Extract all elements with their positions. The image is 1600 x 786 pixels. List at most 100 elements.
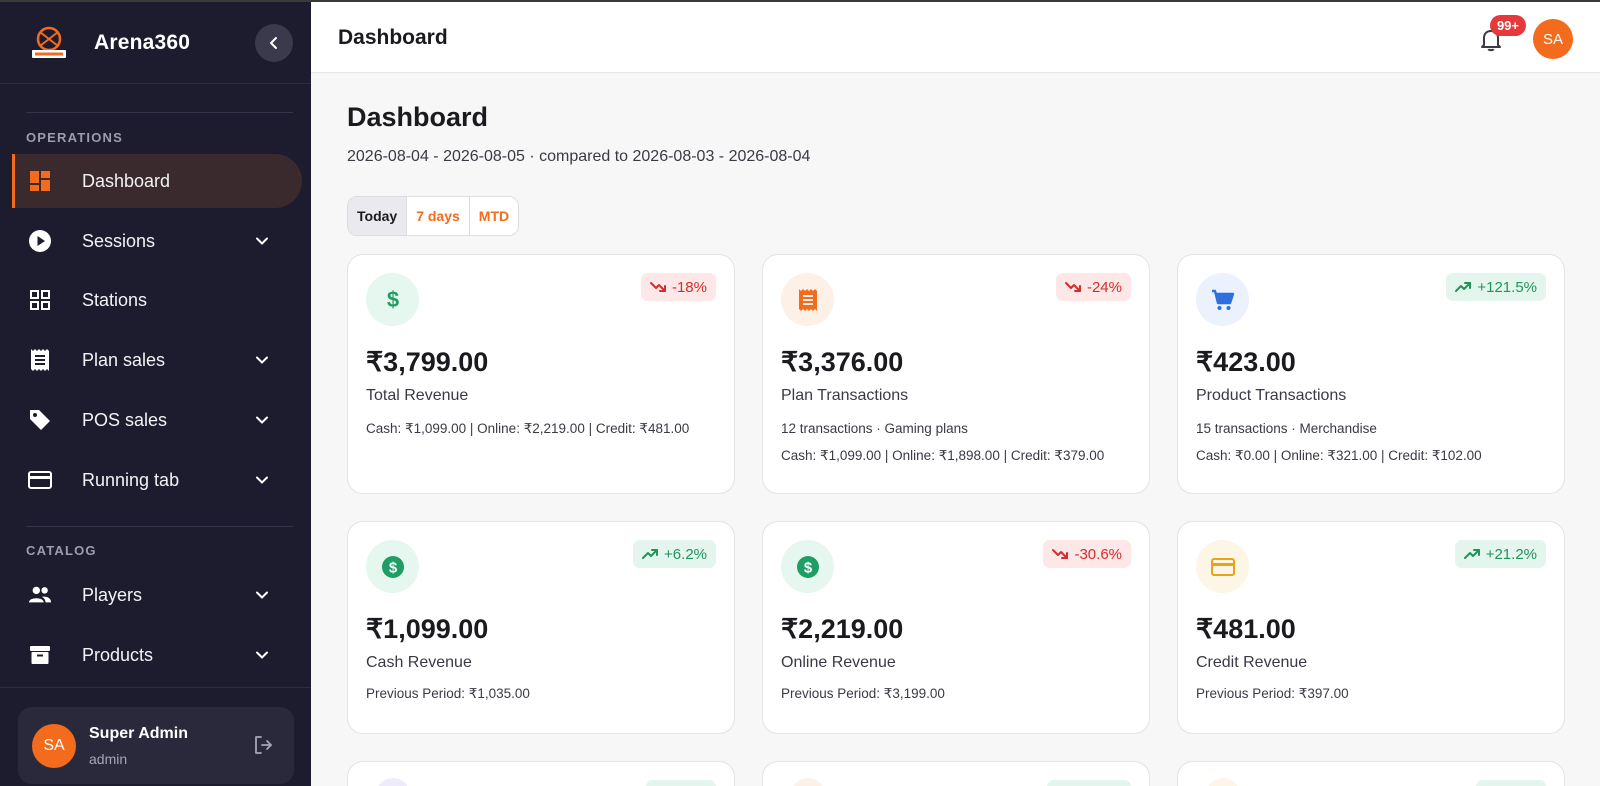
cart-icon (1196, 273, 1249, 326)
delta-value: -24% (1086, 278, 1122, 296)
brand-logo[interactable] (28, 22, 70, 64)
grid-icon (28, 288, 52, 312)
chevron-down-icon[interactable] (252, 585, 272, 605)
sidebar-item-players[interactable]: Players (12, 568, 302, 622)
delta-badge: -30.6% (1043, 540, 1131, 568)
card-value: ₹3,376.00 (781, 347, 904, 377)
sidebar-item-label: Sessions (82, 230, 156, 251)
stat-card-online-revenue[interactable]: $ -30.6% ₹2,219.00 Online Revenue Previo… (762, 521, 1150, 734)
svg-text:$: $ (803, 559, 812, 576)
stat-card-partial[interactable] (347, 761, 735, 786)
section-label-catalog: CATALOG (26, 543, 97, 558)
card-value: ₹3,799.00 (366, 347, 489, 377)
stat-card-product-transactions[interactable]: +121.5% ₹423.00 Product Transactions 15 … (1177, 254, 1565, 494)
chevron-down-icon[interactable] (252, 231, 272, 251)
divider (0, 687, 311, 688)
user-info: Super Admin admin (89, 725, 188, 767)
card-value: ₹423.00 (1196, 347, 1296, 377)
chevron-down-icon[interactable] (252, 645, 272, 665)
user-name: Super Admin (89, 724, 188, 742)
stat-card-total-revenue[interactable]: $ -18% ₹3,799.00 Total Revenue Cash: ₹1,… (347, 254, 735, 494)
stat-card-plan-transactions[interactable]: -24% ₹3,376.00 Plan Transactions 12 tran… (762, 254, 1150, 494)
period-tabs: Today 7 days MTD (347, 196, 520, 236)
sidebar-item-label: Players (82, 584, 143, 605)
trending-down-icon (1052, 549, 1069, 559)
card-icon-bg (791, 778, 825, 786)
delta-badge: +21.2% (1454, 540, 1546, 568)
avatar: SA (32, 723, 76, 768)
delta-value: -18% (671, 278, 707, 296)
delta-value: -30.6% (1074, 545, 1122, 563)
tab-mtd[interactable]: MTD (470, 197, 518, 235)
sidebar-item-stations[interactable]: Stations (12, 273, 302, 327)
people-icon (28, 583, 52, 607)
tab-today[interactable]: Today (348, 197, 408, 235)
sidebar-item-dashboard[interactable]: Dashboard (12, 154, 302, 208)
dashboard-heading: Dashboard (347, 102, 489, 132)
sidebar-item-products[interactable]: Products (12, 628, 302, 682)
delta-badge: -24% (1055, 273, 1131, 301)
card-meta-breakdown: Cash: ₹1,099.00 | Online: ₹1,898.00 | Cr… (781, 448, 1105, 463)
card-icon-bg (1206, 778, 1240, 786)
page-title: Dashboard (338, 26, 448, 49)
credit-card-icon (1196, 540, 1249, 593)
trending-down-icon (1064, 282, 1081, 292)
card-meta: 12 transactions · Gaming plans (781, 421, 968, 436)
chevron-down-icon[interactable] (252, 350, 272, 370)
delta-badge (646, 780, 716, 786)
stat-card-credit-revenue[interactable]: +21.2% ₹481.00 Credit Revenue Previous P… (1177, 521, 1565, 734)
card-icon-bg (376, 778, 410, 786)
trending-up-icon (1463, 549, 1480, 559)
stat-card-partial[interactable] (762, 761, 1150, 786)
dollar-icon: $ (366, 273, 419, 326)
tag-icon (28, 408, 52, 432)
receipt-icon (28, 348, 52, 372)
stat-card-cash-revenue[interactable]: $ +6.2% ₹1,099.00 Cash Revenue Previous … (347, 521, 735, 734)
sidebar-item-label: Stations (82, 289, 148, 310)
sidebar-item-sessions[interactable]: Sessions (12, 214, 302, 268)
stat-card-partial[interactable] (1177, 761, 1565, 786)
trending-down-icon (649, 282, 666, 292)
date-range-text: 2026-08-04 - 2026-08-05 · compared to 20… (347, 148, 811, 165)
delta-badge: +121.5% (1446, 273, 1546, 301)
delta-badge: +6.2% (633, 540, 716, 568)
tab-7-days[interactable]: 7 days (407, 197, 470, 235)
sidebar-item-label: Products (82, 644, 154, 665)
card-value: ₹1,099.00 (366, 614, 489, 644)
card-meta: 15 transactions · Merchandise (1196, 421, 1377, 436)
trending-up-icon (1455, 282, 1472, 292)
delta-badge (1476, 780, 1546, 786)
sidebar-item-plan-sales[interactable]: Plan sales (12, 333, 302, 387)
archive-icon (28, 643, 52, 667)
collapse-sidebar-button[interactable] (255, 24, 293, 62)
chevron-down-icon[interactable] (252, 470, 272, 490)
card-meta: Previous Period: ₹3,199.00 (781, 686, 945, 701)
svg-text:$: $ (386, 287, 398, 312)
card-meta: Previous Period: ₹397.00 (1196, 686, 1349, 701)
delta-value: +6.2% (664, 545, 707, 563)
card-value: ₹481.00 (1196, 614, 1296, 644)
svg-text:$: $ (388, 559, 397, 576)
dashboard-icon (28, 169, 52, 193)
sidebar-item-pos-sales[interactable]: POS sales (12, 393, 302, 447)
delta-value: +121.5% (1477, 278, 1537, 296)
logout-icon[interactable] (252, 734, 276, 758)
receipt-icon (781, 273, 834, 326)
card-meta-breakdown: Cash: ₹0.00 | Online: ₹321.00 | Credit: … (1196, 448, 1482, 463)
chevron-down-icon[interactable] (252, 410, 272, 430)
sidebar-item-running-tab[interactable]: Running tab (12, 453, 302, 507)
delta-badge: -18% (640, 273, 716, 301)
card-label: Cash Revenue (366, 654, 472, 671)
user-role: admin (89, 750, 128, 767)
card-meta: Cash: ₹1,099.00 | Online: ₹2,219.00 | Cr… (366, 421, 690, 436)
play-circle-icon (28, 229, 52, 253)
dollar-circle-icon: $ (366, 540, 419, 593)
top-header: Dashboard 99+ SA (311, 0, 1600, 73)
sidebar-item-label: POS sales (82, 409, 168, 430)
brand: Arena360 (0, 2, 311, 84)
header-avatar[interactable]: SA (1533, 19, 1573, 59)
trending-up-icon (642, 549, 659, 559)
user-card[interactable]: SA Super Admin admin (18, 707, 294, 784)
card-value: ₹2,219.00 (781, 614, 904, 644)
sidebar-item-label: Plan sales (82, 349, 166, 370)
